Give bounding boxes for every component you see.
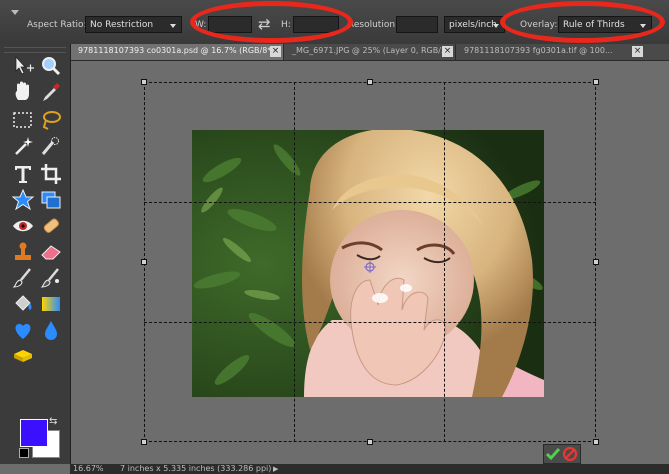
spot-healing-icon[interactable]	[38, 214, 64, 238]
crop-handle-top[interactable]	[367, 79, 373, 85]
crop-handle-bottom-right[interactable]	[593, 439, 599, 445]
resolution-label: Resolution:	[348, 20, 399, 30]
magic-wand-icon[interactable]	[10, 134, 36, 158]
toolbox-grip[interactable]	[4, 47, 66, 53]
crop-marquee[interactable]	[144, 82, 596, 442]
sponge-icon[interactable]	[10, 344, 36, 368]
blur-icon[interactable]	[38, 318, 64, 342]
tab-label: 9781118107393 co0301a.psd @ 16.7% (RGB/8…	[78, 46, 275, 55]
tab-document-1[interactable]: 9781118107393 co0301a.psd @ 16.7% (RGB/8…	[70, 44, 283, 60]
swap-colors-icon[interactable]: ⇆	[49, 416, 57, 427]
status-bar: 16.67% 7 inches x 5.335 inches (333.286 …	[70, 464, 669, 474]
close-icon[interactable]: ×	[632, 46, 643, 57]
tool-options-bar: Aspect Ratio: No Restriction W: ⇄ H: Res…	[0, 0, 669, 45]
custom-shape-icon[interactable]	[10, 318, 36, 342]
crop-handle-bottom[interactable]	[367, 439, 373, 445]
resolution-unit-value: pixels/inch	[449, 20, 497, 30]
foreground-color-swatch[interactable]	[20, 419, 48, 447]
brush-icon[interactable]	[10, 266, 36, 290]
red-eye-icon[interactable]	[10, 214, 36, 238]
chevron-down-icon	[170, 24, 176, 28]
commit-check-icon[interactable]	[545, 448, 561, 461]
resolution-field[interactable]	[396, 16, 438, 33]
thirds-guide-horizontal-2	[144, 322, 596, 323]
quick-selection-icon[interactable]	[38, 134, 64, 158]
aspect-ratio-dropdown[interactable]: No Restriction	[85, 16, 182, 33]
document-tabs: 9781118107393 co0301a.psd @ 16.7% (RGB/8…	[70, 44, 669, 61]
type-icon[interactable]	[10, 162, 36, 186]
tab-label: 9781118107393 fg0301a.tif @ 100...	[464, 46, 613, 55]
recompose-icon[interactable]	[38, 188, 64, 212]
highlight-ring-dimensions	[190, 1, 353, 43]
crop-handle-right[interactable]	[593, 259, 599, 265]
aspect-ratio-value: No Restriction	[90, 20, 154, 30]
chevron-down-icon	[493, 24, 499, 28]
tab-document-2[interactable]: _MG_6971.JPG @ 25% (Layer 0, RGB/... ×	[283, 44, 455, 60]
paint-bucket-icon[interactable]	[10, 292, 36, 316]
crop-handle-bottom-left[interactable]	[141, 439, 147, 445]
cancel-icon[interactable]	[562, 446, 578, 462]
crop-handle-top-left[interactable]	[141, 79, 147, 85]
clone-stamp-icon[interactable]	[10, 240, 36, 264]
gradient-icon[interactable]	[38, 292, 64, 316]
zoom-icon[interactable]	[38, 54, 64, 78]
highlight-ring-overlay	[500, 1, 665, 43]
crop-handle-top-right[interactable]	[593, 79, 599, 85]
thirds-guide-vertical-1	[294, 82, 295, 442]
hand-icon[interactable]	[10, 80, 36, 104]
marquee-icon[interactable]	[10, 108, 36, 132]
close-icon[interactable]: ×	[270, 46, 281, 57]
aspect-ratio-label: Aspect Ratio:	[27, 20, 87, 30]
cookie-cutter-icon[interactable]	[10, 188, 36, 212]
crop-commit-cancel	[543, 444, 581, 464]
options-collapse-icon[interactable]	[11, 10, 19, 15]
eyedropper-icon[interactable]	[38, 80, 64, 104]
document-size: 7 inches x 5.335 inches (333.286 ppi)	[120, 464, 272, 473]
lasso-icon[interactable]	[38, 108, 64, 132]
resolution-unit-dropdown[interactable]: pixels/inch	[444, 16, 505, 33]
status-menu-icon[interactable]: ▶	[273, 464, 278, 474]
thirds-guide-horizontal-1	[144, 202, 596, 203]
close-icon[interactable]: ×	[442, 46, 453, 57]
toolbox: ⇆	[0, 44, 71, 464]
smart-brush-icon[interactable]	[38, 266, 64, 290]
tab-document-3[interactable]: 9781118107393 fg0301a.tif @ 100... ×	[455, 44, 645, 60]
thirds-guide-vertical-2	[444, 82, 445, 442]
default-colors-icon[interactable]	[19, 448, 29, 458]
tab-label: _MG_6971.JPG @ 25% (Layer 0, RGB/...	[292, 46, 449, 55]
eraser-icon[interactable]	[38, 240, 64, 264]
move-icon[interactable]	[10, 54, 36, 78]
crop-handle-left[interactable]	[141, 259, 147, 265]
crop-icon[interactable]	[38, 162, 64, 186]
zoom-level: 16.67%	[73, 464, 104, 473]
